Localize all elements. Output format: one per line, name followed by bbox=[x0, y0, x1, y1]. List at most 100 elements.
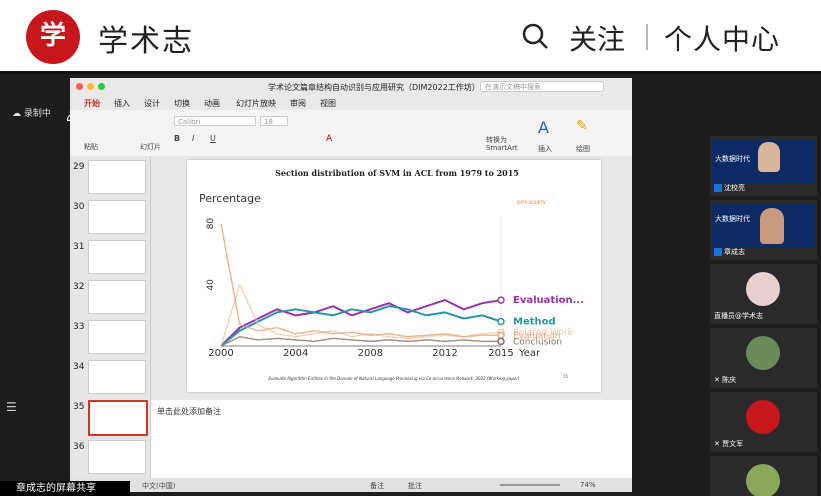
chart-footnote: Evaluate Algorithm Entities in the Domai… bbox=[268, 376, 520, 381]
maximize-icon[interactable] bbox=[98, 83, 105, 90]
x-tick-label: 2000 bbox=[208, 348, 233, 359]
menu-bar: 开始 插入 设计 切换 动画 幻灯片放映 审阅 视图 bbox=[70, 96, 632, 110]
tab-transitions[interactable]: 切换 bbox=[174, 98, 190, 109]
draw-button[interactable]: 绘图 bbox=[576, 144, 590, 154]
participant-video[interactable]: ✕ 陈庆 bbox=[710, 328, 817, 388]
paste-button[interactable]: 粘贴 bbox=[84, 142, 98, 152]
status-bar: 中文(中国) 备注 批注 74% bbox=[70, 478, 632, 492]
slide-thumbnail[interactable] bbox=[88, 360, 146, 394]
bold-button[interactable]: B bbox=[174, 134, 180, 143]
language-indicator: 中文(中国) bbox=[142, 482, 176, 490]
x-tick-label: 2004 bbox=[283, 348, 308, 359]
screen-share-label: 章成志的屏幕共享 bbox=[0, 481, 130, 496]
participant-name: ✕ 贾文军 bbox=[714, 440, 744, 448]
mic-off-icon: ✕ bbox=[714, 376, 720, 384]
participant-video[interactable]: 直播员@学术志 bbox=[710, 264, 817, 324]
divider bbox=[646, 24, 648, 50]
tab-review[interactable]: 审阅 bbox=[290, 98, 306, 109]
slide-thumbnail[interactable] bbox=[88, 320, 146, 354]
tab-slideshow[interactable]: 幻灯片放映 bbox=[236, 98, 276, 109]
preview-text: 大数据时代 bbox=[715, 215, 750, 223]
series-label: Method bbox=[513, 317, 556, 328]
slide-number: 30 bbox=[73, 202, 85, 212]
search-input[interactable]: 在演示文稿中搜索 bbox=[480, 81, 604, 92]
insert-button[interactable]: 插入 bbox=[538, 144, 552, 154]
y-tick-label: 40 bbox=[206, 279, 216, 291]
slide-thumbnail-selected[interactable] bbox=[88, 400, 148, 436]
series-label: Conclusion bbox=[513, 337, 562, 347]
live-stream-stage: ☁ 录制中 ♙1067 ☰ 学术论文篇章结构自动识别与应用研究（DIM2022工… bbox=[0, 74, 821, 496]
preview-text: 大数据时代 bbox=[715, 155, 750, 163]
close-icon[interactable] bbox=[76, 83, 83, 90]
font-color-button[interactable]: A bbox=[326, 134, 332, 144]
participant-name: 沈校亮 bbox=[714, 183, 745, 193]
new-slide-button[interactable]: 幻灯片 bbox=[140, 142, 161, 152]
personal-center-link[interactable]: 个人中心 bbox=[664, 18, 780, 58]
menu-icon[interactable]: ☰ bbox=[6, 400, 18, 414]
participant-name: 章成志 bbox=[714, 247, 745, 257]
slide-number: 33 bbox=[73, 322, 85, 332]
participant-video[interactable]: 大数据时代 沈校亮 bbox=[710, 136, 817, 196]
current-slide[interactable]: Section distribution of SVM in ACL from … bbox=[187, 160, 601, 392]
participant-video[interactable]: ✕ 贾文军 bbox=[710, 392, 817, 452]
window-controls[interactable] bbox=[76, 83, 109, 92]
series-end-point bbox=[497, 296, 505, 304]
x-axis-label: Year bbox=[518, 348, 541, 359]
ribbon: 粘贴 幻灯片 Calibri 18 B I U A 转换为 SmartArt A… bbox=[70, 110, 632, 157]
font-size-select[interactable]: 18 bbox=[260, 116, 288, 126]
brand-logo[interactable]: 学 bbox=[26, 10, 80, 64]
slide-number: 32 bbox=[73, 282, 85, 292]
series-end-point bbox=[497, 317, 505, 326]
avatar bbox=[746, 400, 780, 434]
recording-indicator: ☁ 录制中 bbox=[12, 106, 51, 119]
slide-number: 36 bbox=[73, 442, 85, 452]
notes-toggle[interactable]: 备注 bbox=[370, 481, 384, 491]
slide-thumbnail[interactable] bbox=[88, 200, 146, 234]
italic-button[interactable]: I bbox=[192, 134, 194, 143]
shared-slide-preview: 大数据时代 bbox=[712, 204, 815, 248]
x-tick-label: 2012 bbox=[432, 348, 457, 359]
avatar bbox=[746, 464, 780, 496]
participant-video[interactable]: 大数据时代 章成志 bbox=[710, 200, 817, 260]
zoom-slider[interactable] bbox=[500, 484, 560, 486]
participant-video[interactable]: ✕ hw bbox=[710, 456, 817, 496]
tab-insert[interactable]: 插入 bbox=[114, 98, 130, 109]
window-title: 学术论文篇章结构自动识别与应用研究（DIM2022工作坊） bbox=[268, 83, 480, 92]
cloud-icon: ☁ bbox=[12, 109, 21, 119]
tab-animations[interactable]: 动画 bbox=[204, 98, 220, 109]
tab-home[interactable]: 开始 bbox=[84, 98, 100, 109]
font-select[interactable]: Calibri bbox=[174, 116, 256, 126]
series-line bbox=[220, 336, 501, 347]
slide-thumbnail[interactable] bbox=[88, 240, 146, 274]
avatar bbox=[746, 272, 780, 306]
minimize-icon[interactable] bbox=[87, 83, 94, 90]
slide-thumbnail[interactable] bbox=[88, 280, 146, 314]
slide-thumbnail[interactable] bbox=[88, 160, 146, 194]
slide-number: 35 bbox=[73, 402, 85, 412]
comments-toggle[interactable]: 批注 bbox=[408, 481, 422, 491]
series-end-point bbox=[497, 331, 505, 340]
shared-slide-preview: 大数据时代 bbox=[712, 140, 815, 184]
notes-pane[interactable]: 单击此处添加备注 bbox=[151, 400, 632, 478]
follow-button[interactable]: 关注 bbox=[569, 18, 625, 58]
slide-number: 34 bbox=[73, 362, 85, 372]
avatar bbox=[746, 336, 780, 370]
user-icon bbox=[714, 184, 722, 192]
search-icon[interactable] bbox=[521, 22, 549, 50]
smartart-button[interactable]: 转换为 SmartArt bbox=[486, 136, 530, 152]
window-titlebar: 学术论文篇章结构自动识别与应用研究（DIM2022工作坊） 在演示文稿中搜索 bbox=[70, 78, 632, 96]
person-figure bbox=[758, 142, 780, 172]
brand-name[interactable]: 学术志 bbox=[98, 16, 194, 60]
user-icon bbox=[714, 248, 722, 256]
underline-button[interactable]: U bbox=[210, 134, 216, 143]
draw-icon[interactable]: ✎ bbox=[576, 118, 588, 134]
plot-area: 2000 2004 2008 2012 2015 40 80 Evaluation... Met… bbox=[206, 216, 584, 359]
person-figure bbox=[760, 208, 784, 244]
tab-view[interactable]: 视图 bbox=[320, 98, 336, 109]
insert-shape-icon[interactable]: A bbox=[538, 118, 549, 137]
tab-design[interactable]: 设计 bbox=[144, 98, 160, 109]
page-number: 35 bbox=[563, 374, 569, 379]
slide-thumbnails: 29 30 31 32 33 34 35 36 bbox=[70, 156, 151, 478]
slide-thumbnail[interactable] bbox=[88, 440, 146, 474]
slide-number: 29 bbox=[73, 162, 85, 172]
